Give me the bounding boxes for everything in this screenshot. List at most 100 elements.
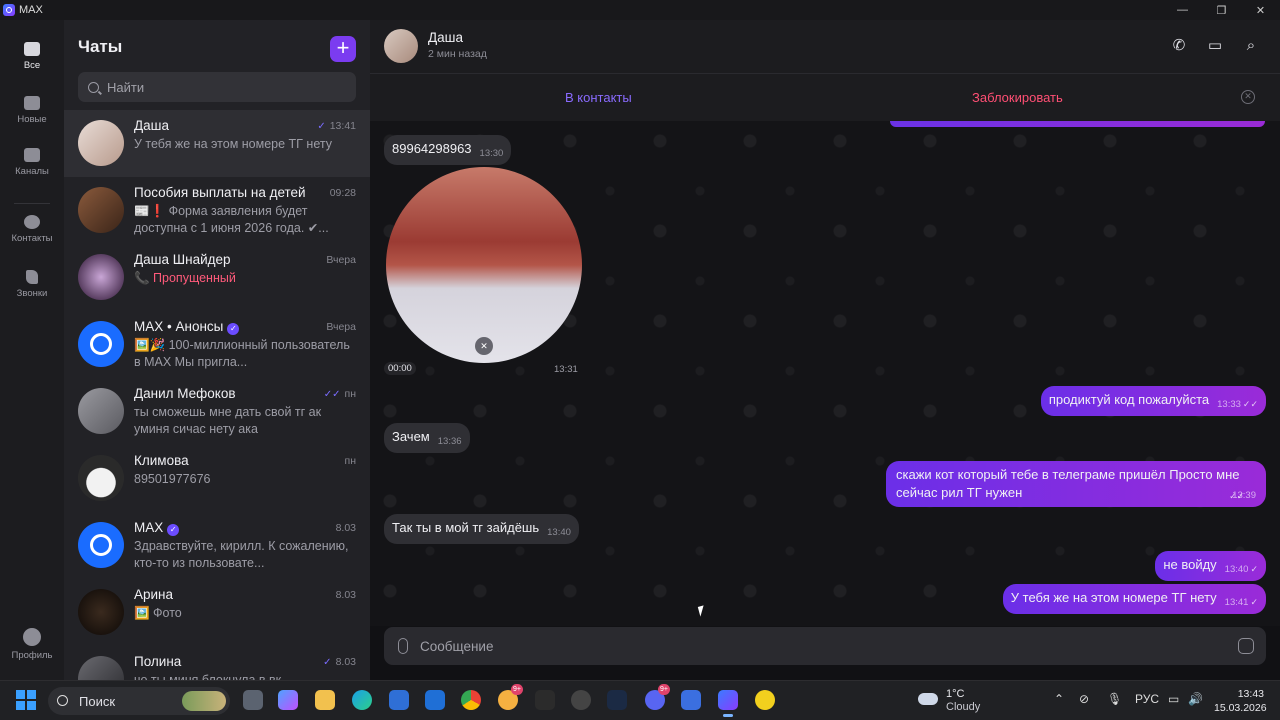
rail-item-calls[interactable]: Звонки bbox=[0, 270, 64, 299]
max-app-icon[interactable] bbox=[718, 690, 738, 717]
volume-icon[interactable]: 🔊 bbox=[1188, 692, 1203, 706]
max-logo-avatar bbox=[78, 522, 124, 568]
avatar[interactable] bbox=[384, 29, 418, 63]
search-input[interactable] bbox=[107, 79, 337, 95]
taskbar-search[interactable]: Поиск bbox=[48, 687, 230, 715]
game-app-icon[interactable]: 9+ bbox=[498, 684, 523, 710]
windows-taskbar: Поиск 9+ 9+ 1°C Cloudy ⌃ ⊘ 🎙 РУС ▭ 🔊 13:… bbox=[0, 680, 1280, 720]
roblox-icon[interactable] bbox=[681, 690, 701, 710]
yellow-app-icon[interactable] bbox=[755, 690, 775, 710]
incoming-message[interactable]: Зачем 13:36 bbox=[384, 423, 470, 453]
new-chat-button[interactable]: + bbox=[330, 36, 356, 62]
message-time: 13:30 bbox=[479, 148, 504, 159]
video-duration: 00:00 bbox=[384, 362, 416, 375]
rail-divider bbox=[14, 203, 50, 204]
message-input[interactable] bbox=[420, 636, 1200, 656]
title-bar: MAX — ❐ ✕ bbox=[0, 0, 1280, 20]
search-icon[interactable]: ⌕ bbox=[1242, 36, 1260, 54]
read-check-icon: ✓ bbox=[1250, 564, 1258, 574]
contact-name[interactable]: Даша bbox=[428, 30, 463, 45]
chat-item[interactable]: Даша Шнайдер Вчера 📞 Пропущенный bbox=[64, 244, 370, 311]
outgoing-message[interactable]: скажи кот который тебе в телеграме пришё… bbox=[886, 461, 1266, 507]
block-button[interactable]: Заблокировать bbox=[972, 90, 1063, 105]
attach-icon[interactable] bbox=[398, 638, 408, 654]
minimize-button[interactable]: — bbox=[1163, 0, 1202, 20]
copilot-icon[interactable] bbox=[278, 690, 298, 710]
message-time: 13:41 bbox=[1224, 597, 1249, 608]
chat-preview: 🖼️🎉 100-миллионный пользователь в MAX Мы… bbox=[134, 338, 350, 369]
avatar bbox=[78, 589, 124, 635]
rail-item-contacts[interactable]: Контакты bbox=[0, 215, 64, 244]
add-to-contacts-button[interactable]: В контакты bbox=[565, 90, 632, 105]
discord-icon[interactable]: 9+ bbox=[645, 684, 670, 710]
phone-icon bbox=[26, 270, 38, 284]
edge-icon[interactable] bbox=[352, 690, 372, 710]
maximize-button[interactable]: ❐ bbox=[1202, 0, 1241, 20]
weather-condition: Cloudy bbox=[946, 701, 981, 713]
close-button[interactable]: ✕ bbox=[1241, 0, 1280, 20]
task-view-icon[interactable] bbox=[243, 690, 263, 710]
start-button[interactable] bbox=[16, 690, 36, 710]
chat-item[interactable]: Данил Мефоков ✓✓ пн ты сможешь мне дать с… bbox=[64, 378, 370, 445]
clock-time: 13:43 bbox=[1237, 688, 1264, 700]
message-text: скажи кот который тебе в телеграме пришё… bbox=[896, 467, 1240, 500]
rail-label: Профиль bbox=[11, 650, 53, 661]
read-check-icon: ✓✓ bbox=[323, 389, 341, 400]
sync-off-icon[interactable]: ⊘ bbox=[1079, 692, 1089, 706]
incoming-message[interactable]: 89964298963 13:30 bbox=[384, 135, 512, 165]
sparkle-app-icon[interactable] bbox=[535, 690, 555, 710]
search-highlight-image bbox=[182, 691, 226, 711]
contacts-icon bbox=[24, 215, 40, 229]
chats-icon bbox=[24, 42, 40, 56]
store-icon[interactable] bbox=[389, 690, 409, 710]
network-icon[interactable]: ▭ bbox=[1168, 692, 1179, 706]
system-clock[interactable]: 13:43 15.03.2026 bbox=[1214, 687, 1267, 715]
chat-item[interactable]: Пособия выплаты на детей 09:28 📰❗ Форма … bbox=[64, 177, 370, 244]
video-message[interactable]: ✕ bbox=[386, 167, 582, 363]
message-time: 13:36 bbox=[437, 436, 462, 447]
incoming-message[interactable]: Так ты в мой тг зайдёшь 13:40 bbox=[384, 514, 579, 544]
chrome-icon[interactable] bbox=[461, 690, 481, 710]
message-text: Зачем bbox=[392, 429, 430, 444]
chat-name: Данил Мефоков bbox=[134, 386, 236, 401]
rail-item-channels[interactable]: Каналы bbox=[0, 148, 64, 177]
search-box[interactable] bbox=[78, 72, 356, 102]
message-time: 13:40 bbox=[1224, 564, 1249, 575]
settings-app-icon[interactable] bbox=[571, 690, 591, 710]
search-icon bbox=[57, 695, 68, 706]
steam-icon[interactable] bbox=[607, 690, 627, 710]
chat-name: Климова bbox=[134, 453, 189, 468]
rail-item-new[interactable]: Новые bbox=[0, 96, 64, 125]
file-explorer-icon[interactable] bbox=[315, 690, 335, 710]
rail-item-all[interactable]: Все bbox=[0, 42, 64, 71]
close-icon[interactable]: ✕ bbox=[1241, 90, 1255, 104]
chat-item[interactable]: Полина ✓ 8.03 чо ты миня блокнула в вк bbox=[64, 646, 370, 680]
chat-item[interactable]: MAX • Анонсы ✓ Вчера 🖼️🎉 100-миллионный п… bbox=[64, 311, 370, 378]
microphone-icon[interactable]: 🎙 bbox=[1107, 692, 1122, 706]
video-call-icon[interactable]: ▭ bbox=[1206, 36, 1224, 54]
chat-time: 13:41 bbox=[329, 120, 356, 132]
chat-time: Вчера bbox=[326, 254, 356, 266]
chat-item[interactable]: Даша ✓ 13:41 У тебя же на этом номере ТГ … bbox=[64, 110, 370, 177]
phone-icon[interactable]: ✆ bbox=[1170, 36, 1188, 54]
rail-label: Контакты bbox=[11, 233, 53, 244]
chat-preview: Здравствуйте, кирилл. К сожалению, кто-т… bbox=[134, 539, 349, 570]
notification-badge: 9+ bbox=[658, 684, 670, 695]
chevron-up-icon[interactable]: ⌃ bbox=[1054, 692, 1064, 706]
sticker-icon[interactable] bbox=[1238, 638, 1254, 654]
avatar bbox=[78, 455, 124, 501]
outlook-icon[interactable] bbox=[425, 690, 445, 710]
outgoing-message[interactable]: не войду 13:40 ✓ bbox=[1155, 551, 1266, 581]
chat-item[interactable]: Арина 8.03 🖼️ Фото bbox=[64, 579, 370, 646]
chat-item[interactable]: MAX ✓ 8.03 Здравствуйте, кирилл. К сожале… bbox=[64, 512, 370, 579]
message-area[interactable]: 89964298963 13:30 ✕ 00:00 13:31 продиктуй… bbox=[370, 121, 1280, 626]
rail-item-profile[interactable]: Профиль bbox=[0, 628, 64, 661]
outgoing-message[interactable]: продиктуй код пожалуйста 13:33 ✓✓ bbox=[1040, 386, 1266, 416]
chat-preview: 📰❗ Форма заявления будет доступна с 1 ию… bbox=[134, 204, 329, 235]
avatar bbox=[78, 254, 124, 300]
chat-list-title: Чаты bbox=[78, 37, 123, 56]
chat-name: MAX bbox=[134, 520, 164, 535]
input-language[interactable]: РУС bbox=[1135, 692, 1159, 706]
outgoing-message[interactable]: У тебя же на этом номере ТГ нету 13:41 ✓ bbox=[1002, 584, 1266, 614]
chat-item[interactable]: Климова пн 89501977676 bbox=[64, 445, 370, 512]
